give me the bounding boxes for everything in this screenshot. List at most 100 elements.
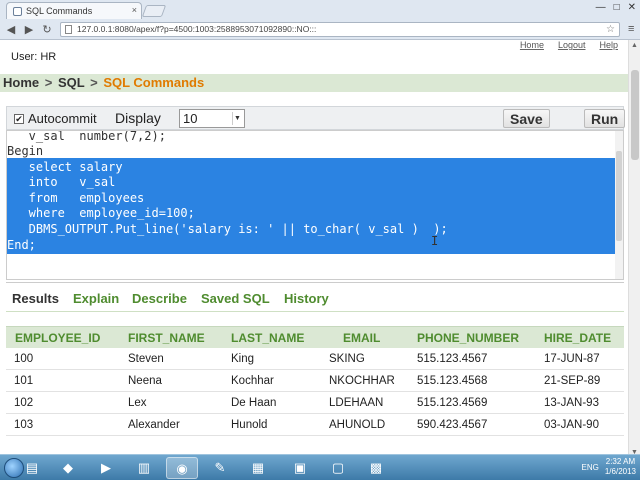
code-line: from employees bbox=[7, 191, 145, 205]
back-icon[interactable]: ◀ bbox=[4, 23, 18, 36]
results-tabs: Results Explain Describe Saved SQL Histo… bbox=[6, 290, 624, 312]
visual-studio-icon[interactable]: ◆ bbox=[52, 457, 84, 479]
save-button[interactable]: Save bbox=[503, 109, 550, 128]
sql-toolbar: ✔ Autocommit Display 10 ▼ Save Run bbox=[6, 106, 626, 130]
table-cell: 21-SEP-89 bbox=[544, 375, 601, 387]
code-line: into v_sal bbox=[7, 175, 116, 189]
user-label: User: HR bbox=[11, 51, 57, 63]
scroll-up-icon[interactable]: ▲ bbox=[631, 42, 638, 49]
sql-icon[interactable]: ▩ bbox=[360, 457, 392, 479]
breadcrumb-home[interactable]: Home bbox=[3, 75, 39, 90]
table-header: EMPLOYEE_ID FIRST_NAME LAST_NAME EMAIL P… bbox=[6, 326, 624, 348]
excel-icon[interactable]: ▦ bbox=[242, 457, 274, 479]
table-row: 100 Steven King SKING 515.123.4567 17-JU… bbox=[6, 348, 624, 370]
code-line: Begin bbox=[7, 144, 44, 158]
table-cell: 03-JAN-90 bbox=[544, 419, 599, 431]
table-cell: De Haan bbox=[231, 397, 277, 409]
table-row: 102 Lex De Haan LDEHAAN 515.123.4569 13-… bbox=[6, 392, 624, 414]
table-row: 103 Alexander Hunold AHUNOLD 590.423.456… bbox=[6, 414, 624, 436]
clock[interactable]: 2:32 AM 1/6/2013 bbox=[605, 457, 636, 477]
address-bar[interactable]: 127.0.0.1:8080/apex/f?p=4500:1003:258895… bbox=[60, 21, 620, 37]
breadcrumb: Home > SQL > SQL Commands bbox=[0, 74, 628, 92]
editor-scrollbar[interactable] bbox=[615, 131, 623, 279]
table-cell: Hunold bbox=[231, 419, 268, 431]
table-cell: 590.423.4567 bbox=[417, 419, 488, 431]
breadcrumb-separator: > bbox=[90, 75, 98, 90]
table-cell: SKING bbox=[329, 353, 365, 365]
code-line: DBMS_OUTPUT.Put_line('salary is: ' || to… bbox=[7, 222, 448, 236]
chrome-icon[interactable]: ◉ bbox=[166, 457, 198, 479]
media-player-icon[interactable]: ▶ bbox=[90, 457, 122, 479]
column-header[interactable]: EMPLOYEE_ID bbox=[15, 331, 100, 345]
tab-history[interactable]: History bbox=[284, 291, 329, 306]
autocommit-checkbox[interactable]: ✔ bbox=[14, 113, 24, 124]
notepad-icon[interactable]: ▢ bbox=[322, 457, 354, 479]
logout-link[interactable]: Logout bbox=[558, 40, 586, 50]
table-cell: 515.123.4567 bbox=[417, 353, 488, 365]
editor-resize-handle[interactable] bbox=[6, 282, 624, 287]
maximize-icon[interactable]: □ bbox=[614, 2, 620, 13]
tab-close-icon[interactable]: × bbox=[132, 5, 137, 15]
autocommit-label: Autocommit bbox=[28, 111, 97, 126]
column-header[interactable]: LAST_NAME bbox=[231, 331, 304, 345]
system-tray: ENG 2:32 AM 1/6/2013 bbox=[582, 457, 636, 477]
new-tab-button[interactable] bbox=[141, 5, 167, 17]
browser-tab[interactable]: SQL Commands × bbox=[6, 2, 142, 19]
table-cell: Alexander bbox=[128, 419, 180, 431]
window-controls: — □ ✕ bbox=[596, 2, 636, 13]
table-cell: Kochhar bbox=[231, 375, 274, 387]
code-line: where employee_id=100; bbox=[7, 206, 195, 220]
table-cell: Neena bbox=[128, 375, 162, 387]
editor-scroll-thumb[interactable] bbox=[616, 151, 622, 241]
table-cell: 515.123.4568 bbox=[417, 375, 488, 387]
table-cell: Steven bbox=[128, 353, 164, 365]
breadcrumb-sql[interactable]: SQL bbox=[58, 75, 85, 90]
table-cell: 100 bbox=[14, 353, 34, 365]
reload-icon[interactable]: ↻ bbox=[40, 23, 54, 36]
run-button[interactable]: Run bbox=[584, 109, 626, 128]
clock-time: 2:32 AM bbox=[605, 457, 636, 466]
winrar-icon[interactable]: ▥ bbox=[128, 457, 160, 479]
powerpoint-icon[interactable]: ▣ bbox=[284, 457, 316, 479]
display-select-value: 10 bbox=[183, 111, 198, 126]
sql-editor[interactable]: v_sal number(7,2); Begin select salary i… bbox=[6, 130, 624, 280]
url-text: 127.0.0.1:8080/apex/f?p=4500:1003:258895… bbox=[77, 23, 317, 34]
header-links: Home Logout Help bbox=[520, 40, 618, 50]
table-cell: LDEHAAN bbox=[329, 397, 384, 409]
tab-explain[interactable]: Explain bbox=[73, 291, 119, 306]
display-select[interactable]: 10 ▼ bbox=[179, 109, 245, 128]
bookmark-star-icon[interactable]: ☆ bbox=[606, 23, 615, 36]
paint-icon[interactable]: ✎ bbox=[204, 457, 236, 479]
minimize-icon[interactable]: — bbox=[596, 2, 606, 13]
home-link[interactable]: Home bbox=[520, 40, 544, 50]
chevron-down-icon[interactable]: ▼ bbox=[232, 112, 242, 125]
table-row: 101 Neena Kochhar NKOCHHAR 515.123.4568 … bbox=[6, 370, 624, 392]
help-link[interactable]: Help bbox=[599, 40, 618, 50]
column-header[interactable]: EMAIL bbox=[343, 331, 380, 345]
table-cell: AHUNOLD bbox=[329, 419, 386, 431]
column-header[interactable]: HIRE_DATE bbox=[544, 331, 611, 345]
browser-nav: ◀ ▶ ↻ 127.0.0.1:8080/apex/f?p=4500:1003:… bbox=[0, 19, 640, 39]
tab-describe[interactable]: Describe bbox=[132, 291, 187, 306]
explorer-icon[interactable]: ▤ bbox=[16, 457, 48, 479]
autocommit-option[interactable]: ✔ Autocommit bbox=[14, 111, 97, 126]
browser-tab-title: SQL Commands bbox=[26, 6, 93, 16]
tab-saved-sql[interactable]: Saved SQL bbox=[201, 291, 270, 306]
forward-icon[interactable]: ▶ bbox=[22, 23, 36, 36]
code-line: select salary bbox=[7, 160, 123, 174]
close-window-icon[interactable]: ✕ bbox=[628, 2, 636, 13]
table-cell: Lex bbox=[128, 397, 147, 409]
page-scrollbar[interactable]: ▲ ▼ bbox=[628, 40, 640, 458]
page-scroll-thumb[interactable] bbox=[631, 70, 639, 160]
browser-menu-icon[interactable]: ≡ bbox=[628, 23, 634, 35]
table-cell: 101 bbox=[14, 375, 34, 387]
page-favicon-icon bbox=[13, 6, 22, 16]
column-header[interactable]: FIRST_NAME bbox=[128, 331, 205, 345]
apex-header: User: HR Home Logout Help bbox=[0, 40, 628, 74]
tab-results[interactable]: Results bbox=[12, 291, 59, 306]
code-line: End; bbox=[7, 238, 36, 252]
breadcrumb-current: SQL Commands bbox=[103, 75, 205, 90]
column-header[interactable]: PHONE_NUMBER bbox=[417, 331, 519, 345]
language-indicator[interactable]: ENG bbox=[582, 463, 599, 472]
page-icon bbox=[65, 24, 72, 34]
